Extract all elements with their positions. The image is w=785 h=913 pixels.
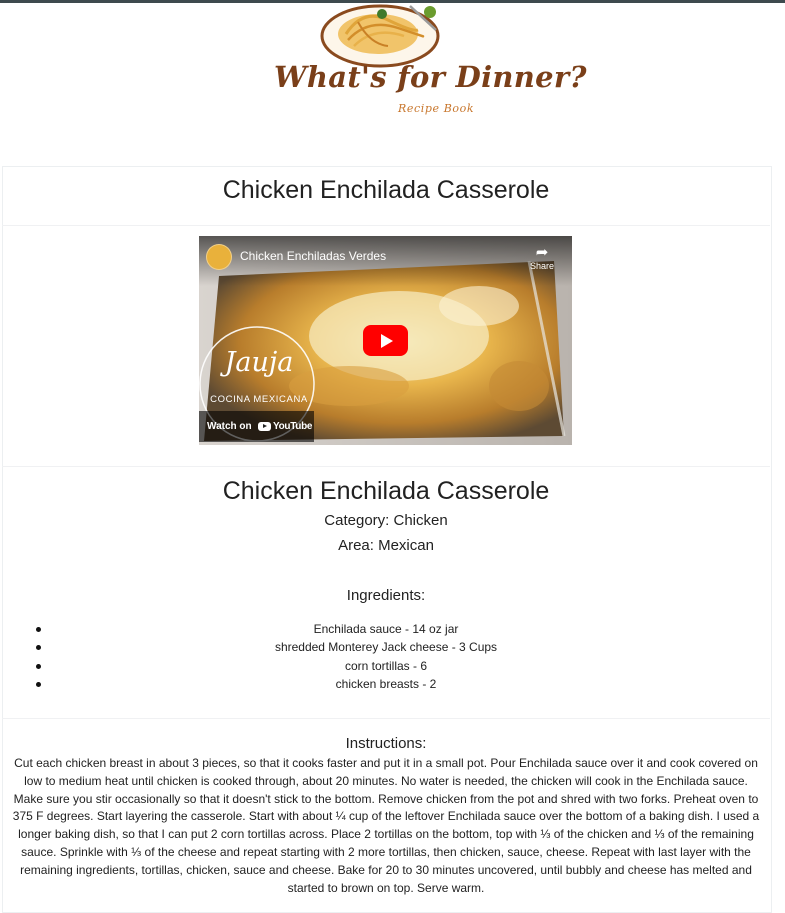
- divider: [2, 225, 770, 226]
- share-icon: ➦: [535, 244, 549, 261]
- play-button[interactable]: [363, 325, 408, 356]
- ingredient-text: corn tortillas - 6: [344, 658, 428, 673]
- divider: [2, 718, 770, 719]
- channel-subtitle: COCINA MEXICANA: [210, 394, 308, 405]
- channel-avatar-icon[interactable]: [206, 244, 232, 270]
- video-title[interactable]: Chicken Enchiladas Verdes: [240, 249, 386, 263]
- bullet: [36, 663, 41, 669]
- instructions-text: Cut each chicken breast in about 3 piece…: [12, 756, 760, 895]
- divider: [2, 466, 770, 467]
- watch-on-label: Watch on: [207, 421, 252, 432]
- ingredient-item: Enchilada sauce - 14 oz jar: [0, 620, 772, 638]
- ingredient-item: chicken breasts - 2: [0, 675, 772, 693]
- logo-subtitle: Recipe Book: [398, 102, 475, 115]
- ingredient-item: shredded Monterey Jack cheese - 3 Cups: [0, 638, 772, 656]
- logo-title: What's for Dinner?: [274, 60, 587, 94]
- instructions-heading: Instructions:: [345, 735, 427, 752]
- share-label: Share: [529, 261, 555, 271]
- ingredient-text: chicken breasts - 2: [335, 676, 437, 691]
- channel-brand: Jauja: [224, 347, 294, 378]
- bullet: [36, 681, 41, 687]
- watch-on-youtube-button[interactable]: Watch on YouTube: [199, 411, 314, 442]
- youtube-label: YouTube: [273, 421, 313, 432]
- ingredient-text: Enchilada sauce - 14 oz jar: [313, 622, 459, 636]
- recipe-category: Category: Chicken: [324, 512, 448, 529]
- recipe-area: Area: Mexican: [338, 537, 434, 554]
- share-button[interactable]: ➦ Share: [527, 244, 557, 272]
- ingredients-list: Enchilada sauce - 14 oz jar shredded Mon…: [0, 620, 772, 693]
- ingredients-heading: Ingredients:: [346, 587, 426, 604]
- youtube-video-embed[interactable]: Chicken Enchiladas Verdes ➦ Share Jauja …: [199, 236, 572, 445]
- youtube-icon: [258, 422, 271, 431]
- bullet: [36, 645, 41, 651]
- ingredient-text: shredded Monterey Jack cheese - 3 Cups: [274, 640, 498, 655]
- site-logo[interactable]: What's for Dinner? Recipe Book: [0, 0, 785, 150]
- ingredient-item: corn tortillas - 6: [0, 657, 772, 675]
- recipe-title: Chicken Enchilada Casserole: [222, 477, 550, 505]
- page-title: Chicken Enchilada Casserole: [222, 176, 550, 204]
- bullet: [36, 627, 41, 632]
